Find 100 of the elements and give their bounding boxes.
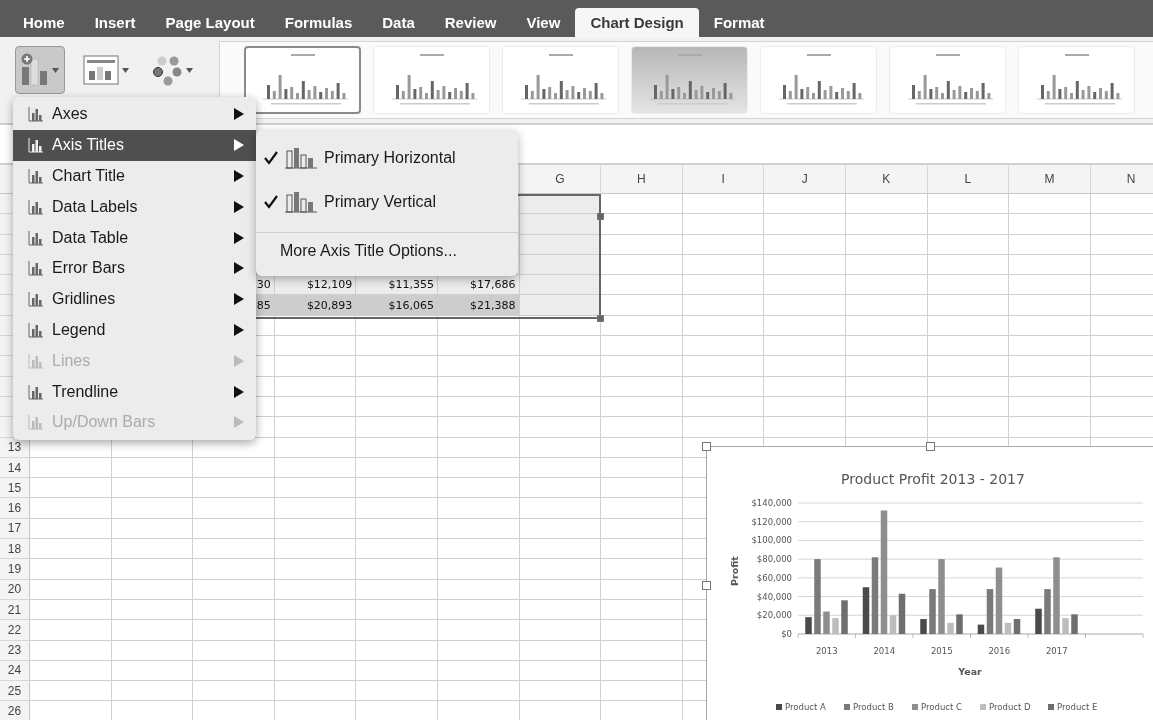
submenu-arrow-icon	[234, 170, 244, 182]
bar	[1035, 608, 1042, 634]
bar	[920, 619, 927, 634]
ribbon-tab[interactable]: View	[511, 8, 576, 37]
menu-item[interactable]: Data Labels	[13, 191, 256, 223]
submenu-arrow-icon	[234, 231, 244, 244]
chart-element-icon	[28, 260, 44, 277]
column-header[interactable]: K	[845, 165, 928, 194]
bar	[1044, 589, 1051, 634]
chart-element-icon	[28, 383, 44, 400]
row-header[interactable]: 19	[0, 559, 30, 580]
x-axis-title: Year	[958, 666, 982, 677]
column-header[interactable]: N	[1090, 165, 1153, 194]
ribbon-tab[interactable]: Insert	[79, 8, 151, 37]
chart-element-icon	[28, 291, 44, 308]
table-cell: $21,388	[437, 295, 520, 316]
bar	[956, 614, 963, 634]
chart-area[interactable]: Product Profit 2013 - 2017 $0 $20,000 $40,000 $60,000 $80,000 $100,000 $120,000 $140,000 2013 2014 2015 2016 2017 Profit Year Product A Product B Product C Product D Product E	[706, 446, 1153, 720]
column-header[interactable]: H	[601, 165, 683, 194]
ribbon-tab[interactable]: Page Layout	[150, 8, 270, 37]
menu-item[interactable]: Data Table	[13, 222, 256, 253]
chart-element-icon	[28, 414, 44, 431]
caret-icon	[186, 67, 193, 73]
submenu-arrow-icon	[234, 293, 244, 306]
y-axis-label: $100,000	[751, 535, 792, 546]
row-header[interactable]: 18	[0, 539, 30, 560]
x-axis-label: 2017	[1045, 646, 1068, 656]
resize-handle[interactable]	[597, 315, 604, 322]
bar-chart-icon	[284, 191, 318, 213]
submenu-item[interactable]: Primary Vertical	[256, 180, 518, 224]
caret-icon	[52, 67, 59, 73]
row-header[interactable]: 14	[0, 457, 30, 479]
row-header[interactable]: 26	[0, 701, 30, 720]
x-axis-label: 2013	[815, 646, 838, 656]
chart-element-icon	[28, 198, 44, 215]
ribbon-tab[interactable]: Format	[698, 8, 780, 37]
column-header[interactable]: J	[764, 165, 846, 194]
chart-element-icon	[28, 106, 44, 123]
x-axis-label: 2015	[930, 646, 953, 656]
add-element-button[interactable]	[15, 46, 65, 94]
resize-handle[interactable]	[597, 213, 604, 220]
ribbon-tab[interactable]: Formulas	[269, 8, 368, 37]
ribbon-tab[interactable]: Home	[8, 8, 80, 37]
row-header[interactable]: 25	[0, 681, 30, 702]
legend-label: Product D	[989, 702, 1031, 712]
resize-handle[interactable]	[702, 442, 711, 451]
table-cell: $16,065	[356, 295, 438, 316]
resize-handle[interactable]	[926, 442, 935, 451]
submenu-arrow-icon	[234, 354, 244, 367]
menu-item[interactable]: Axis Titles	[13, 129, 256, 161]
x-axis-label: 2016	[988, 646, 1011, 656]
legend-label: Product B	[853, 702, 894, 712]
bar-chart-icon	[284, 147, 318, 169]
caret-icon	[122, 67, 129, 73]
y-axis-label: $20,000	[756, 610, 792, 621]
submenu-arrow-icon	[234, 323, 244, 336]
y-axis-label: $80,000	[756, 554, 792, 565]
y-axis-label: $0	[781, 629, 792, 639]
table-cell: $11,355	[356, 275, 438, 296]
ribbon-tab[interactable]: Chart Design	[575, 8, 699, 37]
row-header[interactable]: 15	[0, 478, 30, 499]
column-header[interactable]: G	[519, 165, 602, 194]
chart-element-icon	[28, 352, 44, 369]
row-header[interactable]: 22	[0, 620, 30, 641]
submenu-item[interactable]: More Axis Title Options...	[256, 232, 518, 269]
row-header[interactable]: 24	[0, 660, 30, 682]
chart-style-thumbnail[interactable]	[244, 46, 361, 114]
menu-item[interactable]: Trendline	[13, 376, 256, 407]
bar-chart-plus-icon	[21, 53, 49, 87]
column-header[interactable]: L	[927, 165, 1010, 194]
resize-handle[interactable]	[702, 581, 711, 590]
row-header[interactable]: 21	[0, 599, 30, 621]
bar	[1071, 614, 1078, 634]
column-header[interactable]: I	[682, 165, 765, 194]
ribbon-tab[interactable]: Review	[429, 8, 512, 37]
row-header[interactable]: 20	[0, 579, 30, 600]
y-axis-label: $40,000	[756, 591, 792, 602]
column-header[interactable]: M	[1009, 165, 1091, 194]
row-header[interactable]: 16	[0, 498, 30, 519]
y-axis-title: Profit	[729, 556, 740, 586]
ribbon-tab[interactable]: Data	[367, 8, 430, 37]
menu-item[interactable]: Axes	[13, 99, 256, 130]
color-dots-icon	[153, 54, 183, 86]
layout-icon	[83, 55, 119, 85]
bar	[1062, 618, 1069, 634]
bar	[832, 618, 839, 634]
submenu-item[interactable]: Primary Horizontal	[256, 136, 518, 180]
chart-title: Product Profit 2013 - 2017	[841, 471, 1025, 487]
menu-item[interactable]: Legend	[13, 314, 256, 346]
chart-element-icon	[28, 168, 44, 184]
legend-label: Product E	[1057, 702, 1098, 712]
table-cell: $20,893	[274, 295, 357, 316]
chart-element-icon	[28, 229, 44, 246]
menu-item[interactable]: Chart Title	[13, 160, 256, 192]
y-axis-label: $60,000	[756, 572, 792, 583]
legend-label: Product A	[785, 702, 826, 712]
row-header[interactable]: 23	[0, 640, 30, 661]
row-header[interactable]: 17	[0, 518, 30, 540]
y-axis-label: $120,000	[751, 516, 792, 527]
submenu-arrow-icon	[234, 262, 244, 275]
